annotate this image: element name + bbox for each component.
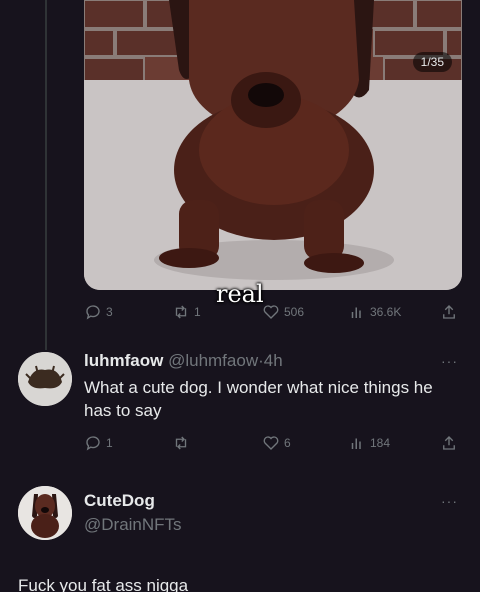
tweet-header: luhmfaow @luhmfaow·4h: [84, 351, 283, 371]
views-count: 36.6K: [370, 305, 402, 319]
reply-icon: [86, 436, 100, 451]
user-handle[interactable]: @luhmfaow: [168, 351, 258, 370]
views-count: 184: [370, 436, 391, 450]
avatar-image: [18, 352, 72, 406]
share-action[interactable]: [440, 303, 458, 321]
views-chart-icon: [351, 307, 361, 318]
more-options-icon[interactable]: ···: [441, 493, 458, 509]
media-counter-badge: 1/35: [412, 52, 452, 72]
reply-icon: [86, 305, 100, 320]
retweet-action[interactable]: 1: [172, 303, 201, 321]
share-action[interactable]: [440, 434, 458, 452]
tweet-header: CuteDog: [84, 491, 155, 511]
heart-icon: [263, 305, 279, 319]
reply-count: 1: [106, 436, 113, 450]
reply-count: 3: [106, 305, 113, 319]
thread-connector-line: [45, 0, 47, 350]
views-action[interactable]: 36.6K: [348, 303, 401, 321]
display-name[interactable]: luhmfaow: [84, 351, 163, 370]
dachshund-photo: [84, 0, 462, 290]
views-action[interactable]: 184: [348, 434, 390, 452]
avatar-image: [18, 486, 72, 540]
like-action[interactable]: 506: [262, 303, 304, 321]
retweet-count: 1: [194, 305, 201, 319]
timestamp[interactable]: 4h: [264, 351, 283, 370]
heart-icon: [263, 436, 279, 450]
avatar[interactable]: [18, 352, 72, 406]
like-action[interactable]: 6: [262, 434, 291, 452]
views-chart-icon: [351, 438, 361, 449]
tweet-text: Fuck you fat ass nigga: [18, 576, 189, 592]
retweet-action[interactable]: [172, 434, 194, 452]
reply-action[interactable]: 3: [84, 303, 113, 321]
display-name[interactable]: CuteDog: [84, 491, 155, 510]
share-icon: [443, 436, 455, 450]
share-icon: [443, 305, 455, 319]
user-handle[interactable]: @DrainNFTs: [84, 515, 182, 535]
avatar[interactable]: [18, 486, 72, 540]
overlay-caption-text: real: [216, 280, 264, 308]
tweet-media-image[interactable]: 1/35: [84, 0, 462, 290]
reply-action[interactable]: 1: [84, 434, 113, 452]
like-count: 506: [284, 305, 305, 319]
like-count: 6: [284, 436, 291, 450]
tweet-text: What a cute dog. I wonder what nice thin…: [84, 378, 433, 420]
retweet-icon: [175, 436, 187, 450]
more-options-icon[interactable]: ···: [441, 353, 458, 369]
retweet-icon: [175, 305, 187, 319]
